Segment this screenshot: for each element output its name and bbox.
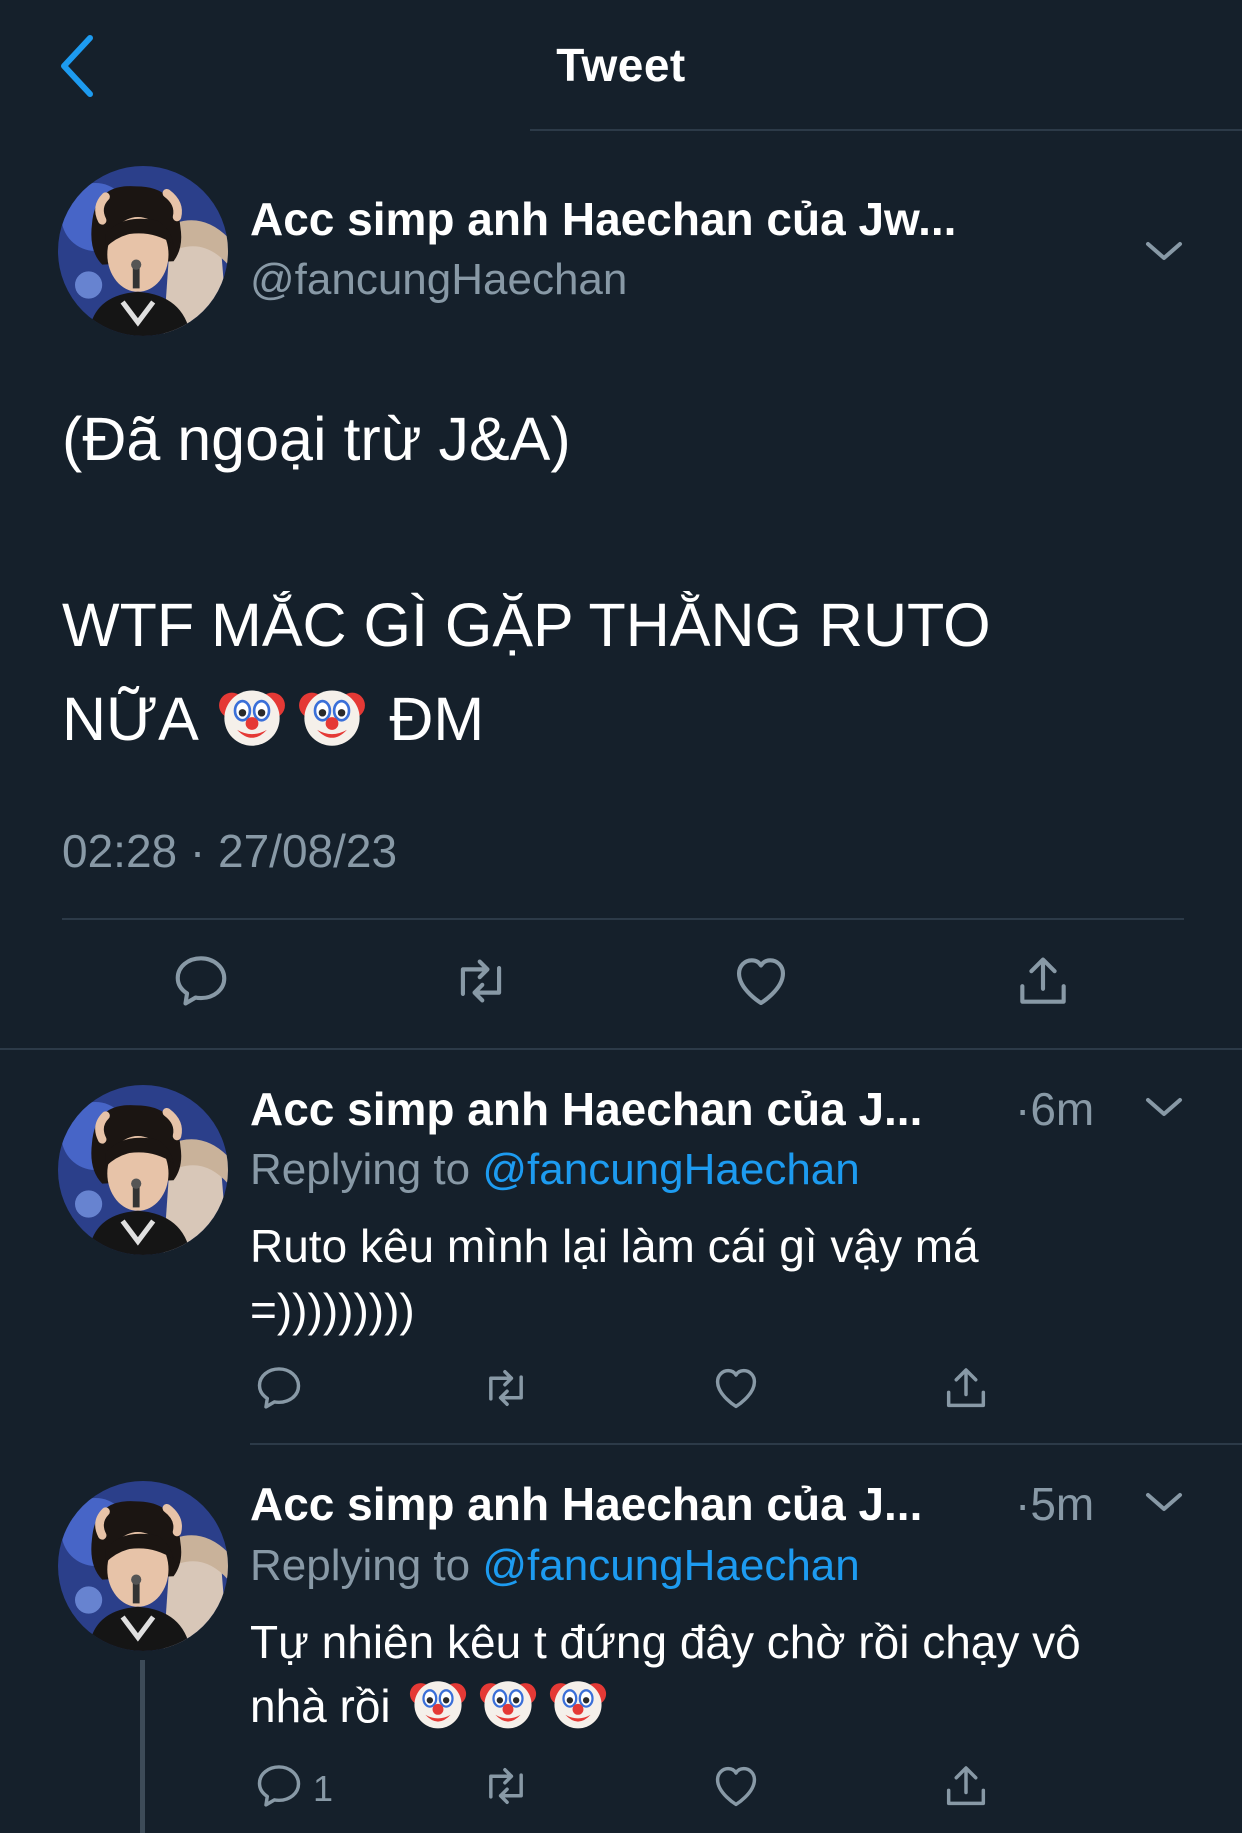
tweet-body: (Đã ngoại trừ J&A) WTF MẮC GÌ GẶP THẰNG … (62, 392, 1192, 766)
reply-text-line: =))))))))) (250, 1284, 415, 1336)
chevron-down-icon (1146, 242, 1182, 260)
like-button[interactable] (710, 1362, 762, 1414)
reply-button[interactable] (253, 1760, 305, 1812)
tweet-text-line: (Đã ngoại trừ J&A) (62, 405, 571, 473)
replying-to-handle[interactable]: @fancungHaechan (482, 1541, 859, 1590)
reply-options-button[interactable] (1142, 1092, 1186, 1122)
retweet-button[interactable] (450, 950, 512, 1012)
avatar-image (58, 166, 228, 336)
header-divider (530, 129, 1242, 131)
like-button[interactable] (710, 1760, 762, 1812)
share-button[interactable] (940, 1362, 992, 1414)
reply-avatar[interactable] (58, 1085, 228, 1255)
clown-face-emoji (479, 1674, 537, 1732)
top-nav-bar: Tweet (0, 0, 1242, 131)
heart-icon (710, 1760, 762, 1812)
reply-icon (253, 1760, 305, 1812)
author-display-name[interactable]: Acc simp anh Haechan của Jw... (250, 192, 956, 246)
share-button[interactable] (940, 1760, 992, 1812)
tweet-text-fragment: NỮA (62, 685, 196, 753)
author-avatar[interactable] (58, 166, 228, 336)
author-handle[interactable]: @fancungHaechan (250, 255, 627, 305)
share-icon (940, 1362, 992, 1414)
divider (250, 1443, 1242, 1445)
reply-text: Tự nhiên kêu t đứng đây chờ rồi chạy vô … (250, 1610, 1180, 1738)
clown-face-emoji (409, 1674, 467, 1732)
reply-text-line: Tự nhiên kêu t đứng đây chờ rồi chạy vô (250, 1616, 1081, 1668)
reply-text-line: nhà rồi (250, 1674, 1180, 1738)
like-button[interactable] (730, 950, 792, 1012)
retweet-icon (480, 1760, 532, 1812)
reply-text-fragment: nhà rồi (250, 1680, 391, 1732)
chevron-down-icon (1146, 1098, 1182, 1116)
tweet-text-line: NỮA ĐM (62, 672, 1192, 766)
replying-to-line: Replying to @fancungHaechan (250, 1541, 860, 1591)
reply-author-name[interactable]: Acc simp anh Haechan của J... (250, 1082, 922, 1136)
reply-avatar[interactable] (58, 1481, 228, 1651)
replying-to-label: Replying to (250, 1541, 471, 1590)
reply-author-name[interactable]: Acc simp anh Haechan của J... (250, 1477, 922, 1531)
replying-to-handle[interactable]: @fancungHaechan (482, 1145, 859, 1194)
avatar-image (58, 1085, 228, 1255)
retweet-button[interactable] (480, 1760, 532, 1812)
retweet-icon (480, 1362, 532, 1414)
reply-options-button[interactable] (1142, 1487, 1186, 1517)
reply-icon (253, 1362, 305, 1414)
avatar-image (58, 1481, 228, 1651)
reply-icon (170, 950, 232, 1012)
share-icon (1012, 950, 1074, 1012)
tweet-text-fragment: ĐM (389, 685, 485, 753)
reply-text-line: Ruto kêu mình lại làm cái gì vậy má (250, 1220, 979, 1272)
share-icon (940, 1760, 992, 1812)
heart-icon (730, 950, 792, 1012)
reply-count: 1 (313, 1768, 334, 1809)
clown-face-emoji (549, 1674, 607, 1732)
page-title: Tweet (556, 39, 686, 91)
replying-to-line: Replying to @fancungHaechan (250, 1145, 860, 1195)
tweet-text-line: WTF MẮC GÌ GẶP THẰNG RUTO (62, 591, 991, 659)
reply-button[interactable] (170, 950, 232, 1012)
tweet-timestamp[interactable]: 02:28 · 27/08/23 (62, 824, 397, 878)
reply-time[interactable]: ·5m (1015, 1477, 1094, 1531)
retweet-button[interactable] (480, 1362, 532, 1414)
divider (0, 1048, 1242, 1050)
thread-connector-line (140, 1660, 145, 1833)
reply-text: Ruto kêu mình lại làm cái gì vậy má =)))… (250, 1214, 1180, 1342)
reply-button[interactable] (253, 1362, 305, 1414)
share-button[interactable] (1012, 950, 1074, 1012)
retweet-icon (450, 950, 512, 1012)
reply-time[interactable]: ·6m (1015, 1082, 1094, 1136)
tweet-options-button[interactable] (1142, 236, 1186, 266)
chevron-down-icon (1146, 1493, 1182, 1511)
divider (62, 918, 1184, 920)
clown-face-emoji (218, 682, 286, 750)
heart-icon (710, 1362, 762, 1414)
replying-to-label: Replying to (250, 1145, 471, 1194)
clown-face-emoji (298, 682, 366, 750)
